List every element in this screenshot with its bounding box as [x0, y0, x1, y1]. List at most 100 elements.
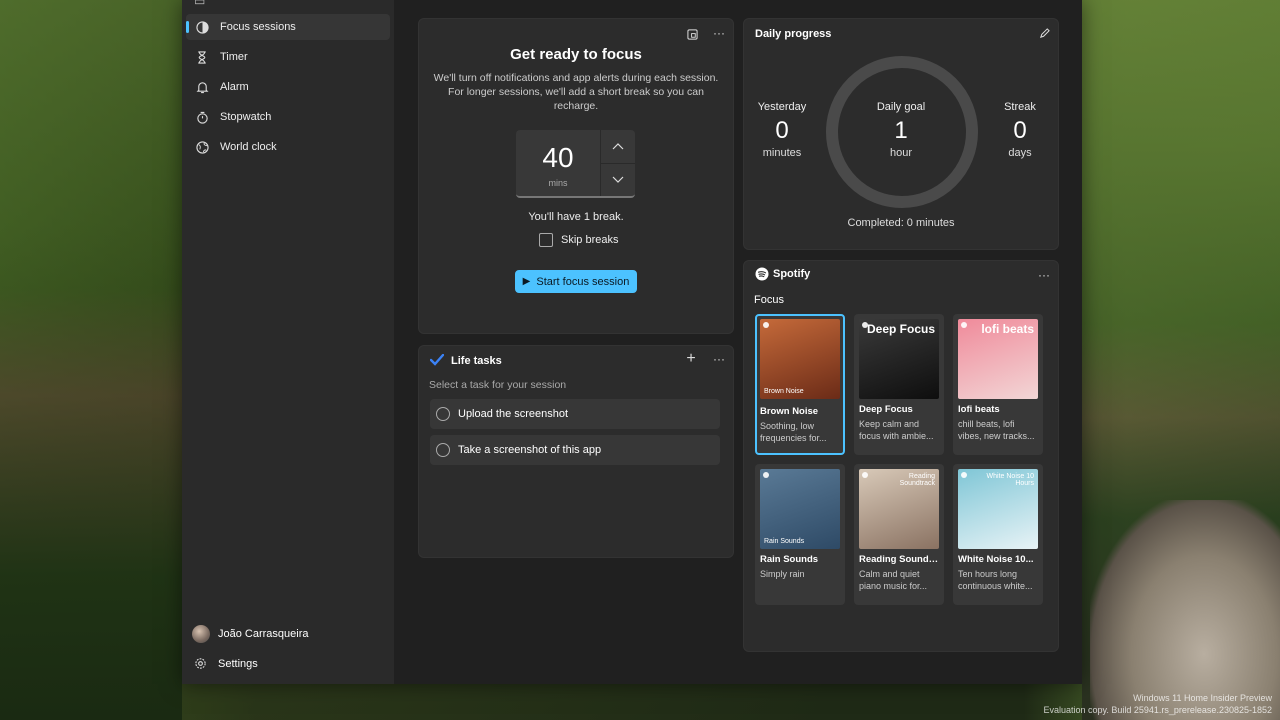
duration-value[interactable]: 40: [516, 142, 600, 174]
sidebar-item-label: World clock: [220, 141, 277, 153]
sidebar-item-stopwatch[interactable]: Stopwatch: [186, 104, 390, 130]
sidebar-item-alarm[interactable]: Alarm: [186, 74, 390, 100]
main-content: ··· Get ready to focus We'll turn off no…: [394, 0, 1082, 684]
focus-description: We'll turn off notifications and app ale…: [433, 72, 719, 112]
stat-unit: days: [1008, 147, 1032, 159]
windows-watermark: Windows 11 Home Insider Preview Evaluati…: [1044, 692, 1273, 716]
playlist-description: Ten hours long continuous white...: [958, 569, 1033, 591]
playlist-cover: Rain Sounds: [760, 469, 840, 549]
playlist-title: Brown Noise: [760, 406, 819, 417]
playlist-title: lofi beats: [958, 404, 1000, 415]
stat-yesterday: Yesterday 0 minutes: [742, 101, 822, 159]
progress-title: Daily progress: [755, 28, 832, 40]
start-focus-label: Start focus session: [536, 275, 630, 288]
more-options-icon[interactable]: ···: [710, 24, 728, 42]
stat-unit: hour: [889, 147, 913, 159]
playlist-tile[interactable]: Deep Focus Deep Focus Keep calm and focus …: [854, 314, 944, 455]
playlist-cover: Brown Noise: [760, 319, 840, 399]
chevron-up-icon: [612, 143, 624, 150]
task-radio[interactable]: [436, 407, 450, 421]
partial-top-item: ▭: [194, 0, 206, 8]
playlist-description: Simply rain: [760, 569, 805, 579]
playlist-section-title: Focus: [754, 294, 784, 306]
stat-label: Yesterday: [757, 101, 807, 113]
watermark-line1: Windows 11 Home Insider Preview: [1133, 693, 1272, 703]
increase-button[interactable]: [601, 130, 635, 162]
playlist-cover: Reading Soundtrack: [859, 469, 939, 549]
edit-icon[interactable]: [1035, 24, 1053, 42]
completed-text: Completed: 0 minutes: [847, 217, 955, 229]
duration-picker[interactable]: 40 mins: [516, 130, 635, 198]
playlist-cover: Deep Focus: [859, 319, 939, 399]
start-focus-button[interactable]: ▶ Start focus session: [515, 270, 637, 293]
focus-session-card: ··· Get ready to focus We'll turn off no…: [418, 18, 734, 334]
settings-label: Settings: [218, 657, 258, 670]
playlist-title: Rain Sounds: [760, 554, 819, 565]
sidebar-item-label: Stopwatch: [220, 111, 272, 123]
clock-app-window: ▭ Focus sessions Timer Alarm Stopwatch W…: [182, 0, 1082, 684]
spotify-icon: [755, 267, 769, 281]
spotify-mini-icon: [961, 472, 967, 478]
playlist-tile[interactable]: Rain Sounds Rain Sounds Simply rain: [755, 464, 845, 605]
playlist-tile[interactable]: White Noise 10 Hours White Noise 10... Ten…: [953, 464, 1043, 605]
play-icon: ▶: [522, 276, 531, 287]
sidebar-item-label: Focus sessions: [220, 21, 296, 33]
user-account[interactable]: João Carrasqueira: [192, 625, 309, 643]
settings-button[interactable]: Settings: [194, 657, 258, 670]
sidebar-item-focus-sessions[interactable]: Focus sessions: [186, 14, 390, 40]
desktop-wallpaper-left: [0, 0, 182, 720]
stat-streak: Streak 0 days: [980, 101, 1060, 159]
add-task-icon[interactable]: +: [682, 350, 700, 368]
task-radio[interactable]: [436, 443, 450, 457]
user-name: João Carrasqueira: [218, 628, 309, 640]
spotify-card: Spotify ··· Focus Brown Noise Brown Noise…: [743, 260, 1059, 652]
spotify-logo: Spotify: [755, 267, 810, 281]
sidebar-item-label: Timer: [220, 51, 248, 63]
stopwatch-icon: [194, 109, 210, 125]
cover-text: Rain Sounds: [764, 538, 805, 545]
stat-label: Daily goal: [876, 101, 926, 113]
task-label: Upload the screenshot: [458, 408, 569, 420]
cover-text: Deep Focus: [866, 322, 935, 336]
sidebar: ▭ Focus sessions Timer Alarm Stopwatch W…: [182, 0, 394, 684]
spotify-mini-icon: [763, 322, 769, 328]
playlist-tile[interactable]: lofi beats lofi beats chill beats, lofi vi…: [953, 314, 1043, 455]
more-options-icon[interactable]: ···: [1035, 266, 1053, 284]
globe-icon: [194, 139, 210, 155]
cover-text: White Noise 10 Hours: [986, 473, 1034, 487]
sidebar-item-timer[interactable]: Timer: [186, 44, 390, 70]
gear-icon: [194, 657, 207, 670]
tasks-hint: Select a task for your session: [429, 379, 567, 391]
break-info: You'll have 1 break.: [528, 211, 624, 223]
playlist-description: Keep calm and focus with ambie...: [859, 419, 934, 441]
focus-heading: Get ready to focus: [510, 46, 642, 63]
playlist-title: White Noise 10...: [958, 554, 1034, 565]
focus-icon: [194, 19, 210, 35]
more-options-icon[interactable]: ···: [710, 350, 728, 368]
hourglass-icon: [194, 49, 210, 65]
playlist-description: Soothing, low frequencies for...: [760, 421, 827, 443]
task-label: Take a screenshot of this app: [458, 444, 602, 456]
checkbox-box[interactable]: [539, 233, 553, 247]
playlist-cover: White Noise 10 Hours: [958, 469, 1038, 549]
playlist-tile[interactable]: Brown Noise Brown Noise Soothing, low freq…: [755, 314, 845, 455]
task-item[interactable]: Upload the screenshot: [430, 399, 720, 429]
stat-daily-goal[interactable]: Daily goal 1 hour: [861, 101, 941, 159]
skip-breaks-checkbox[interactable]: Skip breaks: [539, 233, 618, 247]
watermark-line2: Evaluation copy. Build 25941.rs_prerelea…: [1043, 705, 1273, 715]
task-item[interactable]: Take a screenshot of this app: [430, 435, 720, 465]
playlist-cover: lofi beats: [958, 319, 1038, 399]
decrease-button[interactable]: [601, 164, 635, 196]
sidebar-item-world-clock[interactable]: World clock: [186, 134, 390, 160]
spotify-mini-icon: [763, 472, 769, 478]
stat-label: Streak: [1004, 101, 1036, 113]
compact-view-icon[interactable]: [683, 25, 701, 43]
spotify-mini-icon: [961, 322, 967, 328]
spotify-brand: Spotify: [773, 268, 811, 280]
stat-value: 0: [1013, 117, 1027, 144]
skip-breaks-label: Skip breaks: [561, 234, 619, 246]
playlist-title: Reading Soundtr...: [859, 554, 939, 565]
playlist-tile[interactable]: Reading Soundtrack Reading Soundtr... Calm…: [854, 464, 944, 605]
cover-text: lofi beats: [981, 322, 1034, 336]
todo-check-icon: [429, 353, 445, 371]
